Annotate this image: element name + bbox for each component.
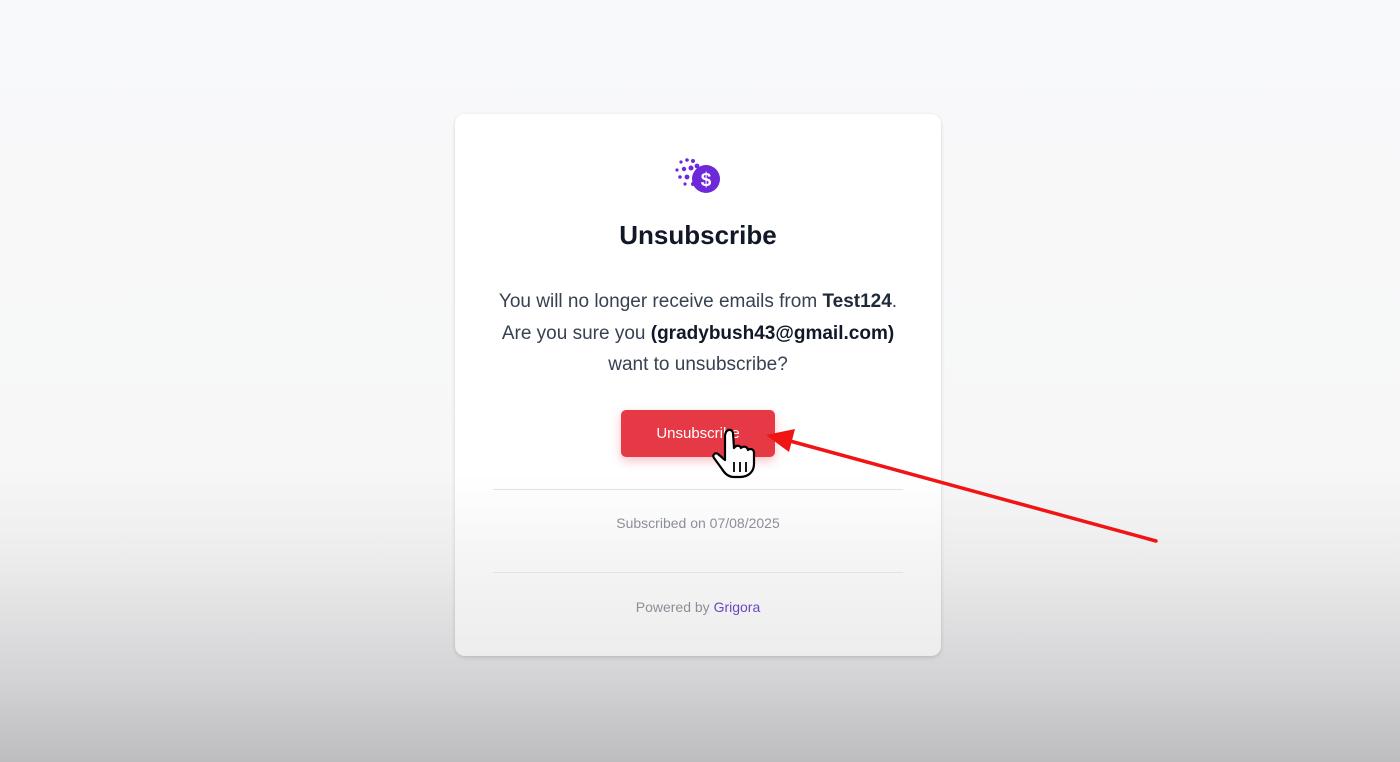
divider [493,489,903,490]
powered-by-label: Powered by [635,599,714,615]
divider [493,572,903,573]
message-text: Are you sure you [501,322,651,344]
message-line-3: want to unsubscribe? [608,354,788,375]
svg-text:$: $ [701,170,712,191]
confirmation-message: You will no longer receive emails from T… [475,286,921,381]
unsubscribe-card: $ Unsubscribe You will no longer receive… [455,114,941,656]
subscriber-email: (gradybush43@gmail.com) [650,322,895,344]
powered-by-footer: Powered by Grigora [455,599,941,615]
message-line-2: Are you sure you (gradybush43@gmail.com) [475,318,921,350]
message-line-1: You will no longer receive emails from T… [475,286,921,318]
message-text: You will no longer receive emails from [498,291,823,312]
coin-dollar-icon: $ [675,158,720,193]
unsubscribe-button[interactable]: Unsubscribe [621,410,775,457]
sender-name: Test124 [822,291,892,312]
page-title: Unsubscribe [619,220,777,250]
subscribed-date-text: Subscribed on 07/08/2025 [616,515,780,531]
message-period: . [891,291,898,312]
grigora-link[interactable]: Grigora [714,599,761,615]
